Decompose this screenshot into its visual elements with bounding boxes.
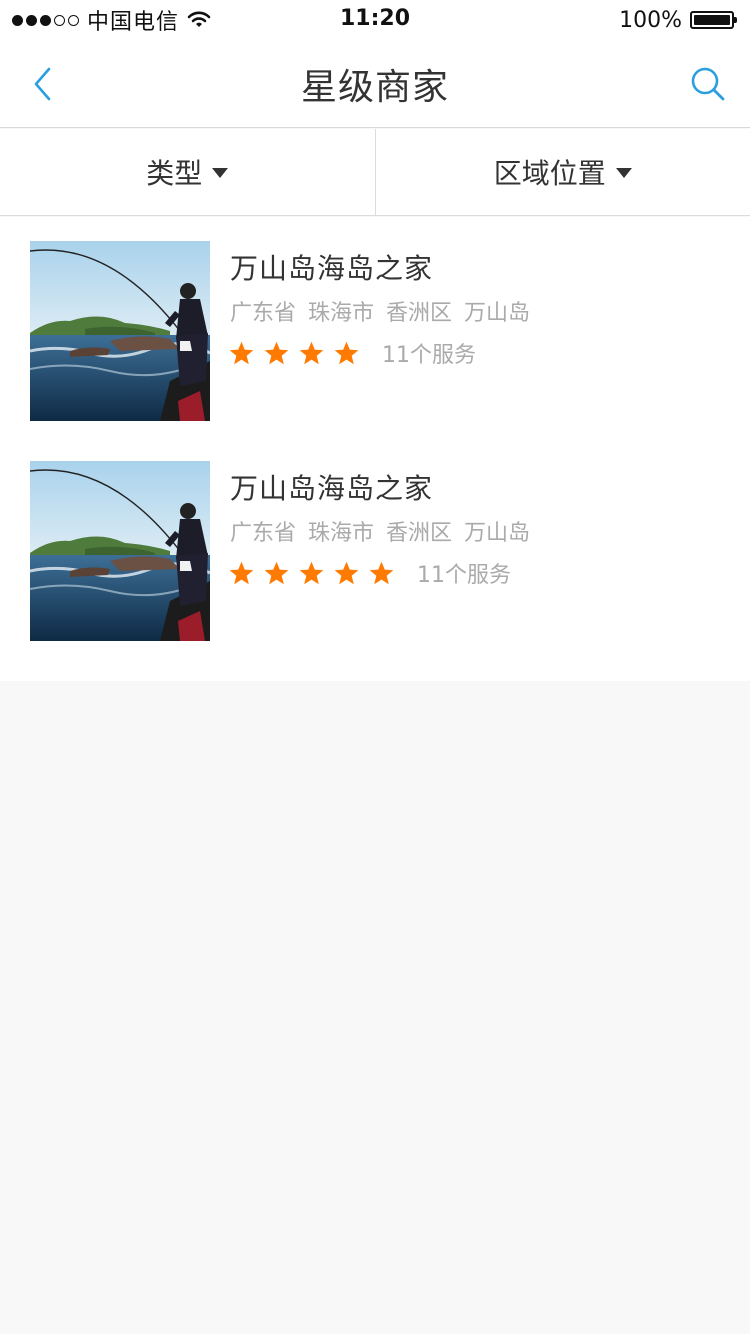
nav-bar: 星级商家: [0, 40, 750, 128]
address-area: 万山岛: [464, 521, 531, 546]
shop-list-item[interactable]: 万山岛海岛之家 广东省 珠海市 香洲区 万山岛 11个服务: [0, 437, 750, 657]
shop-name: 万山岛海岛之家: [230, 472, 434, 505]
caret-down-icon: [615, 168, 632, 178]
status-bar: 中国电信 11:20 100%: [0, 0, 750, 40]
star-icon: [229, 561, 254, 584]
shop-address: 广东省 珠海市 香洲区 万山岛: [230, 295, 530, 327]
shop-list-item[interactable]: 万山岛海岛之家 广东省 珠海市 香洲区 万山岛 11个服务: [0, 217, 750, 437]
filter-type[interactable]: 类型: [0, 129, 375, 215]
service-count: 11个服务: [382, 343, 476, 368]
service-count: 11个服务: [417, 563, 511, 588]
fishing-photo: [30, 241, 210, 421]
shop-list: 万山岛海岛之家 广东省 珠海市 香洲区 万山岛 11个服务 万山岛海岛之家 广东…: [0, 217, 750, 681]
address-district: 香洲区: [386, 521, 453, 546]
caret-down-icon: [212, 168, 229, 178]
address-city: 珠海市: [308, 301, 375, 326]
filter-region[interactable]: 区域位置: [374, 129, 750, 215]
search-icon: [691, 67, 725, 101]
shop-thumbnail: [30, 461, 210, 641]
filter-bar: 类型 区域位置: [0, 129, 750, 216]
star-rating: [228, 560, 395, 587]
status-right: 100%: [619, 6, 737, 34]
star-icon: [299, 561, 324, 584]
shop-address: 广东省 珠海市 香洲区 万山岛: [230, 515, 530, 547]
star-icon: [334, 561, 359, 584]
fishing-photo: [30, 461, 210, 641]
battery-icon: [690, 11, 737, 29]
battery-percentage: 100%: [619, 7, 682, 33]
shop-name: 万山岛海岛之家: [230, 252, 434, 285]
shop-rating: 11个服务: [228, 337, 476, 369]
page-title: 星级商家: [300, 67, 449, 108]
filter-type-label: 类型: [146, 157, 203, 190]
star-icon: [299, 341, 324, 364]
search-button[interactable]: [688, 64, 728, 104]
address-province: 广东省: [230, 521, 297, 546]
shop-rating: 11个服务: [228, 557, 511, 589]
star-icon: [229, 341, 254, 364]
star-icon: [264, 561, 289, 584]
star-icon: [264, 341, 289, 364]
star-icon: [369, 561, 394, 584]
battery-fill: [694, 15, 730, 25]
address-district: 香洲区: [386, 301, 453, 326]
star-icon: [334, 341, 359, 364]
address-province: 广东省: [230, 301, 297, 326]
filter-region-label: 区域位置: [493, 157, 606, 190]
shop-thumbnail: [30, 241, 210, 421]
address-city: 珠海市: [308, 521, 375, 546]
star-rating: [228, 340, 360, 367]
address-area: 万山岛: [464, 301, 531, 326]
